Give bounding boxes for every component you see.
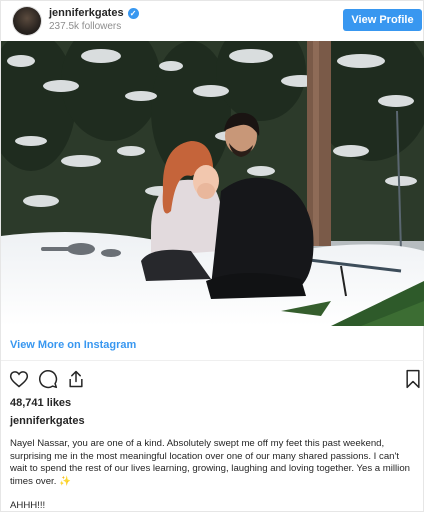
post-caption-end: AHHH!!! — [10, 500, 46, 511]
action-bar — [9, 369, 421, 389]
post-header: jenniferkgates ✓ 237.5k followers View P… — [1, 1, 424, 41]
avatar[interactable] — [13, 7, 41, 35]
share-icon[interactable] — [66, 369, 86, 389]
post-photo-image — [1, 41, 424, 326]
divider — [1, 360, 424, 361]
post-photo[interactable] — [1, 41, 424, 326]
post-author[interactable]: jenniferkgates — [10, 415, 85, 427]
bookmark-icon[interactable] — [403, 369, 423, 389]
heart-icon[interactable] — [9, 369, 29, 389]
followers-count: 237.5k followers — [49, 21, 122, 32]
like-count[interactable]: 48,741 likes — [10, 397, 71, 409]
comment-icon[interactable] — [38, 369, 58, 389]
post-caption: Nayel Nassar, you are one of a kind. Abs… — [10, 438, 410, 487]
instagram-embed-card: jenniferkgates ✓ 237.5k followers View P… — [0, 0, 424, 512]
view-profile-button[interactable]: View Profile — [343, 9, 422, 31]
verified-badge-icon: ✓ — [127, 7, 139, 19]
username-link[interactable]: jenniferkgates — [49, 7, 124, 19]
username-row: jenniferkgates ✓ — [49, 7, 139, 19]
view-more-link[interactable]: View More on Instagram — [10, 339, 136, 351]
